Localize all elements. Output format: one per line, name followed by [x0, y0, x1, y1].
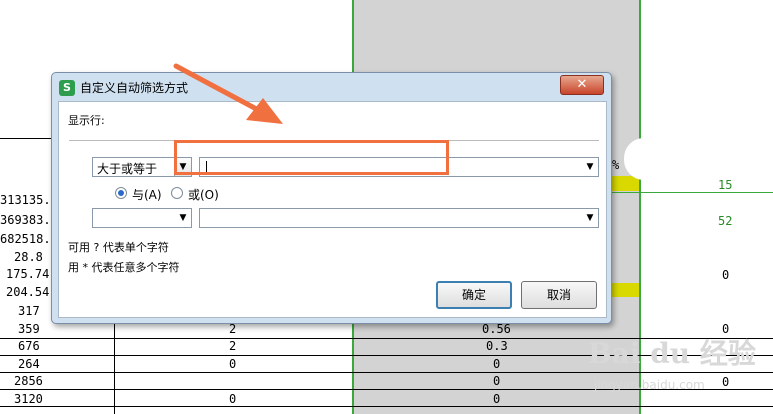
watermark: Bai du 经验: [588, 337, 756, 370]
watermark-url: jingyan.baidu.com: [594, 378, 705, 392]
